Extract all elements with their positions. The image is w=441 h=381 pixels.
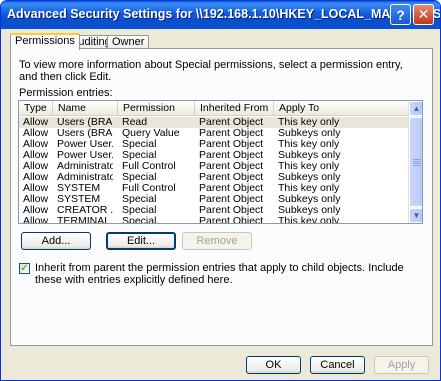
ok-button[interactable]: OK xyxy=(246,356,301,374)
cell-name: Power User... xyxy=(57,139,113,150)
cell-name: SYSTEM xyxy=(57,194,101,205)
grip-line xyxy=(413,161,421,162)
column-header-permission[interactable]: Permission xyxy=(118,101,195,116)
cell-apply-to: Subkeys only xyxy=(278,128,341,139)
cell-permission: Special xyxy=(122,205,157,216)
scroll-up-button[interactable]: ▲ xyxy=(409,101,422,116)
cell-permission: Special xyxy=(122,172,157,183)
list-rows: Allow Users (BRA... Read Parent Object T… xyxy=(19,117,408,224)
grip-line xyxy=(413,165,421,166)
table-row[interactable]: Allow SYSTEM Full Control Parent Object … xyxy=(19,183,408,194)
tab-permissions[interactable]: Permissions xyxy=(10,33,80,50)
cell-inherited-from: Parent Object xyxy=(199,161,264,172)
cell-apply-to: Subkeys only xyxy=(278,150,341,161)
table-row[interactable]: Allow Power User... Special Parent Objec… xyxy=(19,150,408,161)
table-row[interactable]: Allow Users (BRA... Read Parent Object T… xyxy=(19,117,408,128)
cell-inherited-from: Parent Object xyxy=(199,128,264,139)
column-header-inherited-from[interactable]: Inherited From xyxy=(195,101,274,116)
cell-apply-to: This key only xyxy=(278,117,340,128)
arrow-up-icon: ▲ xyxy=(412,104,421,113)
cell-inherited-from: Parent Object xyxy=(199,183,264,194)
cell-inherited-from: Parent Object xyxy=(199,205,264,216)
column-header-name[interactable]: Name xyxy=(53,101,118,116)
cell-permission: Query Value xyxy=(122,128,180,139)
table-row[interactable]: Allow TERMINAL ... Special Parent Object… xyxy=(19,216,408,224)
permissions-panel: To view more information about Special p… xyxy=(10,48,433,346)
inherit-checkbox[interactable]: ✓ xyxy=(19,263,30,274)
column-header-apply-to[interactable]: Apply To xyxy=(274,101,408,116)
cell-apply-to: This key only xyxy=(278,161,340,172)
checkmark-icon: ✓ xyxy=(20,263,29,274)
table-row[interactable]: Allow Power User... Special Parent Objec… xyxy=(19,139,408,150)
apply-button[interactable]: Apply xyxy=(374,356,429,374)
cell-name: Administrato... xyxy=(57,172,113,183)
cell-apply-to: This key only xyxy=(278,216,340,224)
cell-permission: Special xyxy=(122,150,157,161)
advanced-security-settings-dialog: Advanced Security Settings for \\192.168… xyxy=(0,0,441,381)
cell-permission: Full Control xyxy=(122,161,176,172)
list-header: Type Name Permission Inherited From Appl… xyxy=(19,101,408,116)
table-row[interactable]: Allow Administrato... Special Parent Obj… xyxy=(19,172,408,183)
cancel-button[interactable]: Cancel xyxy=(310,356,365,374)
cell-apply-to: Subkeys only xyxy=(278,194,341,205)
cell-permission: Special xyxy=(122,139,157,150)
cell-apply-to: Subkeys only xyxy=(278,205,341,216)
close-icon: ✕ xyxy=(417,6,430,22)
cell-inherited-from: Parent Object xyxy=(199,216,264,224)
cell-permission: Read xyxy=(122,117,148,128)
grip-line xyxy=(413,163,421,164)
edit-button[interactable]: Edit... xyxy=(106,232,176,250)
cell-name: Users (BRA... xyxy=(57,128,113,139)
cell-name: TERMINAL ... xyxy=(57,216,113,224)
table-row[interactable]: Allow SYSTEM Special Parent Object Subke… xyxy=(19,194,408,205)
column-header-type[interactable]: Type xyxy=(19,101,53,116)
close-button[interactable]: ✕ xyxy=(413,4,434,25)
grip-line xyxy=(413,159,421,160)
table-row[interactable]: Allow CREATOR ... Special Parent Object … xyxy=(19,205,408,216)
cell-inherited-from: Parent Object xyxy=(199,194,264,205)
help-button[interactable]: ? xyxy=(390,4,411,25)
cell-inherited-from: Parent Object xyxy=(199,139,264,150)
cell-name: SYSTEM xyxy=(57,183,101,194)
cell-apply-to: This key only xyxy=(278,183,340,194)
inherit-label: Inherit from parent the permission entri… xyxy=(35,262,404,286)
cell-name: Administrato... xyxy=(57,161,113,172)
cell-inherited-from: Parent Object xyxy=(199,150,264,161)
table-row[interactable]: Allow Administrato... Full Control Paren… xyxy=(19,161,408,172)
tab-owner[interactable]: Owner xyxy=(107,35,150,49)
window-title: Advanced Security Settings for \\192.168… xyxy=(7,7,441,21)
vertical-scrollbar[interactable]: ▲ ▼ xyxy=(408,101,422,223)
table-row[interactable]: Allow Users (BRA... Query Value Parent O… xyxy=(19,128,408,139)
cell-apply-to: This key only xyxy=(278,139,340,150)
cell-name: Power User... xyxy=(57,150,113,161)
cell-inherited-from: Parent Object xyxy=(199,117,264,128)
cell-inherited-from: Parent Object xyxy=(199,172,264,183)
help-icon: ? xyxy=(396,6,405,23)
cell-permission: Special xyxy=(122,216,157,224)
cell-permission: Special xyxy=(122,194,157,205)
permission-entries-label: Permission entries: xyxy=(19,87,113,99)
cell-apply-to: Subkeys only xyxy=(278,172,341,183)
info-text: To view more information about Special p… xyxy=(19,59,403,83)
title-bar[interactable]: Advanced Security Settings for \\192.168… xyxy=(1,1,440,29)
cell-name: Users (BRA... xyxy=(57,117,113,128)
add-button[interactable]: Add... xyxy=(21,232,91,250)
cell-name: CREATOR ... xyxy=(57,205,113,216)
scroll-down-button[interactable]: ▼ xyxy=(409,208,422,223)
permission-entries-list[interactable]: Type Name Permission Inherited From Appl… xyxy=(18,100,423,224)
remove-button[interactable]: Remove xyxy=(182,232,252,250)
cell-permission: Full Control xyxy=(122,183,176,194)
arrow-down-icon: ▼ xyxy=(412,211,421,220)
scroll-thumb[interactable] xyxy=(409,117,422,207)
